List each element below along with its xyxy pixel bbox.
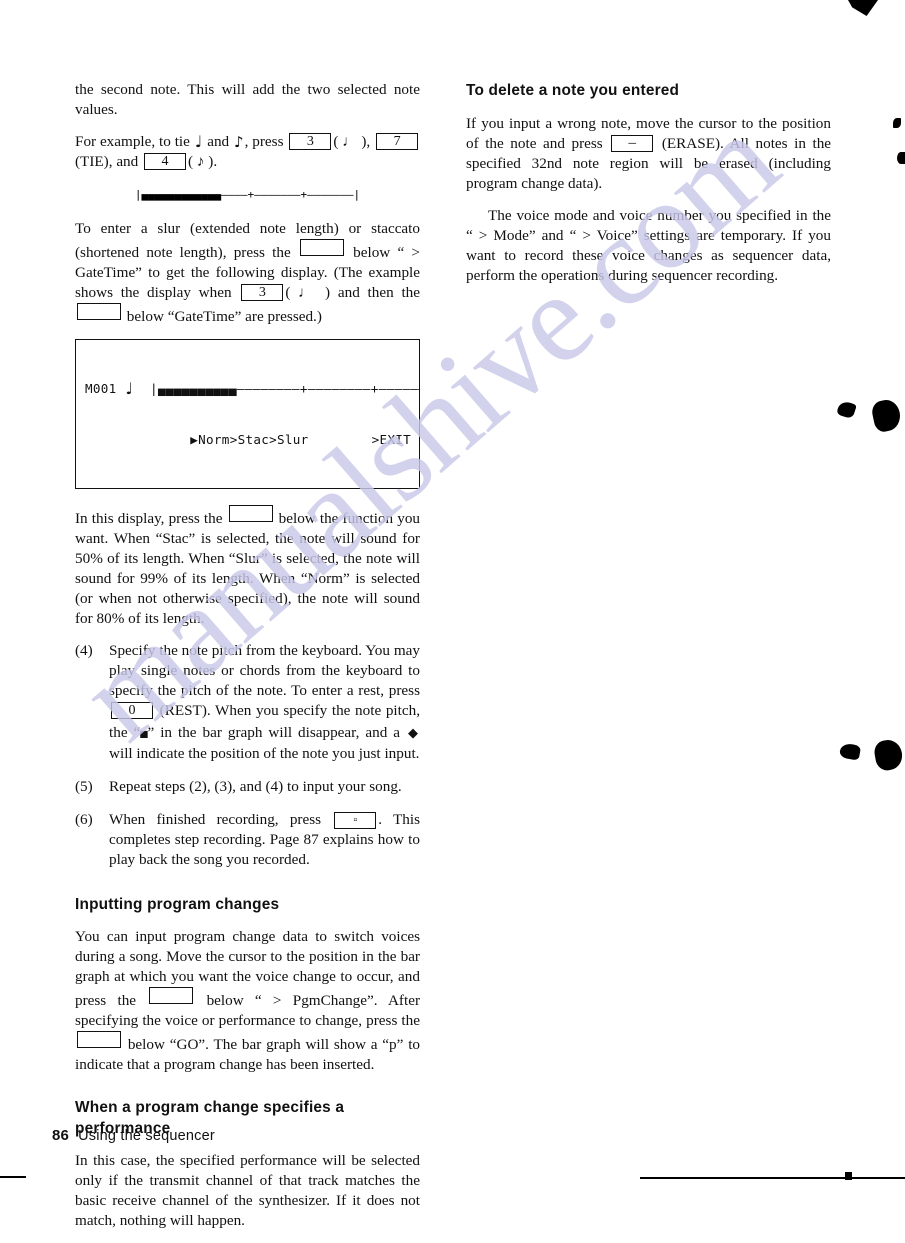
slur-text-4: below “GateTime” are pressed.)	[126, 308, 322, 325]
bar-graph-illustration: |▄▄▄▄▄▄▄▄▄▄▄▄————+———————+———————|	[75, 188, 420, 201]
paragraph-program-changes: You can input program change data to swi…	[75, 927, 420, 1075]
lcd-dashes-3: ———————	[378, 381, 419, 396]
diamond-marker-glyph: ◆	[408, 726, 419, 741]
keycap-minus-erase[interactable]: –	[611, 135, 654, 152]
keycap-stop-button[interactable]: ▫	[334, 812, 377, 829]
paragraph-voice-mode: The voice mode and voice number you spec…	[466, 207, 831, 284]
keycap-3-gatetime[interactable]: 3	[241, 284, 284, 301]
quarter-note-glyph: ♩	[194, 132, 203, 151]
scan-artifact-bottom-rule	[640, 1177, 905, 1179]
keycap-blank-pgmchange[interactable]	[149, 987, 194, 1004]
keycap-0-rest[interactable]: 0	[111, 702, 153, 719]
scan-artifact-right-upper-2	[897, 152, 905, 164]
step-number-5: (5)	[75, 778, 93, 795]
slur-text-3: ( ♩ ) and then the	[285, 284, 421, 301]
footer-section-title: Using the sequencer	[78, 1128, 215, 1144]
lcd-dashes-1: ————————	[236, 381, 300, 396]
lcd-line-2: ▶Norm>Stac>Slur >EXIT	[85, 431, 411, 448]
display-text-1: In this display, press the	[75, 510, 223, 527]
lcd-dashes-2: ————————	[307, 381, 371, 396]
bargraph-right-bar: |	[353, 188, 361, 201]
step-item-5: (5) Repeat steps (2), (3), and (4) to in…	[75, 777, 420, 797]
display-text-2: below the function you want. When “Stac”…	[75, 510, 421, 627]
step6-text-1: When finished recording, press	[109, 811, 322, 828]
tie-paren-quarter: ( ♩ ),	[333, 133, 371, 150]
lcd-softkey-exit[interactable]: >EXIT	[372, 432, 411, 447]
tie-lead-text: For example, to tie	[75, 133, 190, 150]
page-canvas: the second note. This will add the two s…	[0, 0, 905, 1229]
step-item-6: (6) When finished recording, press ▫. Th…	[75, 810, 420, 870]
keycap-4[interactable]: 4	[144, 153, 187, 170]
step-number-6: (6)	[75, 811, 93, 828]
step4-text-3: ” in the bar graph will disappear, and a	[147, 724, 401, 741]
right-column: To delete a note you entered If you inpu…	[466, 80, 831, 298]
step-number-4: (4)	[75, 642, 93, 659]
lcd-softkey-menu[interactable]: ▶Norm>Stac>Slur	[190, 432, 308, 447]
keycap-blank-gatetime-1[interactable]	[299, 239, 344, 256]
bargraph-dashes-1: ————	[221, 188, 248, 201]
tie-and-text: and	[207, 133, 230, 150]
bargraph-dash-glyph: ▄	[140, 724, 148, 738]
lcd-bar-left: |	[150, 381, 158, 396]
tie-label-text: (TIE), and	[75, 153, 139, 170]
page-footer: 86 Using the sequencer	[52, 1127, 215, 1144]
paragraph-performance: In this case, the specified performance …	[75, 1152, 420, 1229]
scan-artifact-right-upper-1	[893, 118, 901, 128]
lcd-line-1: M001 ♩ |▄▄▄▄▄▄▄▄▄▄————————+————————+————…	[85, 379, 419, 398]
left-column: the second note. This will add the two s…	[75, 80, 420, 1243]
paragraph-slur-staccato: To enter a slur (extended note length) o…	[75, 219, 420, 327]
heading-inputting-program-changes: Inputting program changes	[75, 896, 280, 913]
lcd-plus-2: +	[370, 381, 379, 396]
eighth-note-glyph: ♪	[234, 133, 244, 151]
step4-text-4: will indicate the position of the note y…	[109, 745, 420, 762]
lcd-note-glyph: ♩	[125, 379, 134, 398]
keycap-7[interactable]: 7	[376, 133, 419, 150]
keycap-blank-gatetime-2[interactable]	[77, 303, 121, 320]
lcd-display-panel: M001 ♩ |▄▄▄▄▄▄▄▄▄▄————————+————————+————…	[75, 339, 420, 489]
paragraph-tie-example: For example, to tie ♩ and ♪, press 3( ♩ …	[75, 132, 420, 172]
lcd-filled-blocks: ▄▄▄▄▄▄▄▄▄▄	[157, 381, 237, 396]
keycap-blank-function[interactable]	[228, 505, 273, 522]
paragraph-display-functions: In this display, press the below the fun…	[75, 505, 420, 629]
keycap-3[interactable]: 3	[289, 133, 332, 150]
heading-delete-note: To delete a note you entered	[466, 82, 680, 99]
bargraph-dashes-2: ———————	[254, 188, 301, 201]
pgm-text-3: below “GO”. The bar graph will show a “p…	[75, 1036, 421, 1073]
page-number: 86	[52, 1127, 70, 1144]
paragraph-delete-note: If you input a wrong note, move the curs…	[466, 114, 831, 194]
keycap-blank-go[interactable]	[77, 1031, 121, 1048]
tie-press-text: , press	[244, 133, 284, 150]
step-item-4: (4) Specify the note pitch from the keyb…	[75, 641, 420, 764]
bargraph-dashes-3: ———————	[307, 188, 354, 201]
step5-text: Repeat steps (2), (3), and (4) to input …	[109, 778, 402, 795]
lcd-plus-1: +	[299, 381, 308, 396]
paragraph-continued: the second note. This will add the two s…	[75, 81, 420, 118]
tie-paren-eighth: ( ♪ ).	[188, 153, 218, 170]
lcd-measure-label: M001	[85, 381, 117, 396]
scan-artifact-bottom-left	[0, 1176, 26, 1178]
step4-text-1: Specify the note pitch from the keyboard…	[109, 642, 420, 699]
bargraph-left-bar: |	[134, 188, 142, 201]
bargraph-filled-blocks: ▄▄▄▄▄▄▄▄▄▄▄▄	[141, 188, 221, 201]
